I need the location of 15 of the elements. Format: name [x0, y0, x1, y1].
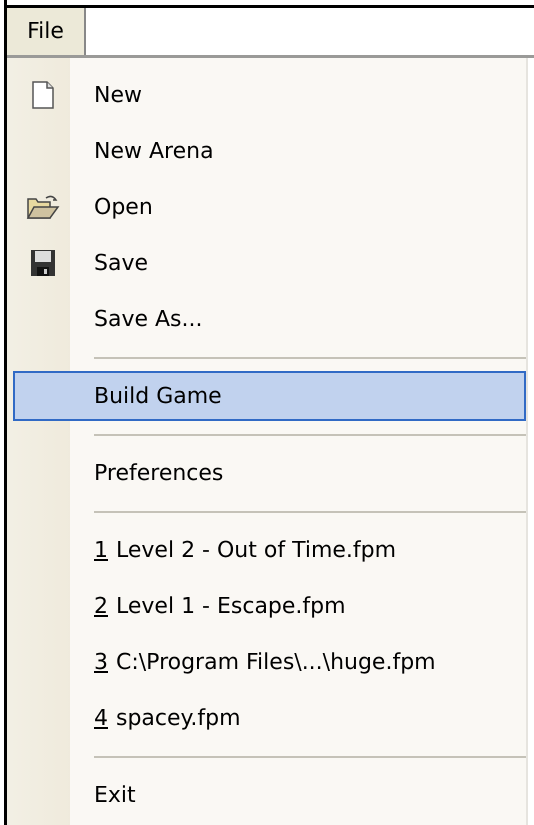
menu-item[interactable]: 3 C:\Program Files\...\huge.fpm — [13, 637, 526, 687]
menu-item[interactable]: Build Game — [13, 371, 526, 421]
menu-item[interactable]: New Arena — [13, 126, 526, 176]
menu-title[interactable]: File — [7, 8, 86, 55]
menu-item[interactable]: 1 Level 2 - Out of Time.fpm — [13, 525, 526, 575]
menu-item[interactable]: Preferences — [13, 448, 526, 498]
menu-item[interactable]: Save — [13, 238, 526, 288]
page-icon — [30, 81, 54, 109]
menu-item[interactable]: Exit — [13, 770, 526, 820]
folder-icon — [26, 193, 60, 221]
menu-item[interactable]: Save As... — [13, 294, 526, 344]
menu-item[interactable]: 2 Level 1 - Escape.fpm — [13, 581, 526, 631]
menu-item[interactable]: 4 spacey.fpm — [13, 693, 526, 743]
menu-item[interactable]: Open — [13, 182, 526, 232]
menu-item[interactable]: New — [13, 70, 526, 120]
